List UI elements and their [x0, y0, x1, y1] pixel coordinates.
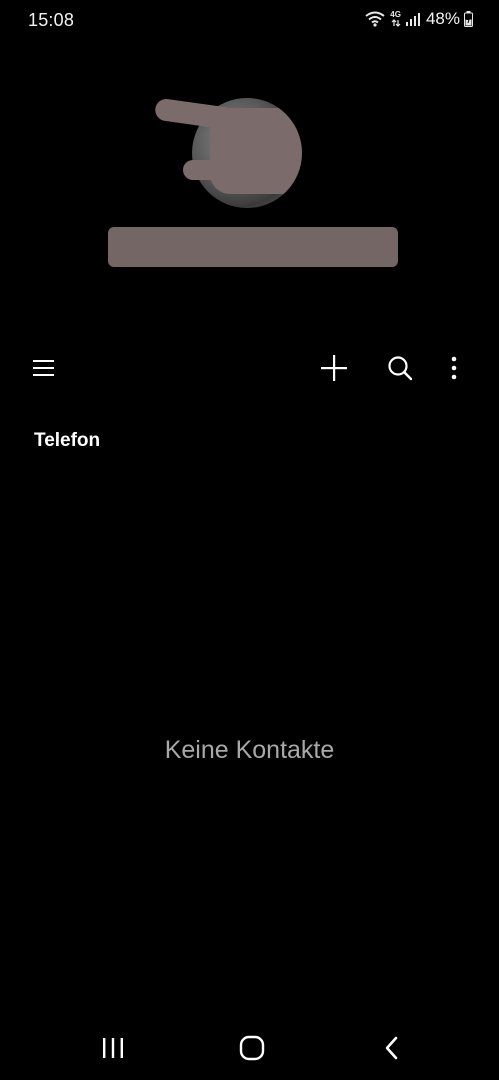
add-icon — [320, 354, 348, 387]
search-icon — [387, 355, 413, 386]
more-options-button[interactable] — [432, 348, 476, 392]
back-icon — [383, 1036, 401, 1065]
home-icon — [239, 1035, 265, 1066]
search-button[interactable] — [378, 348, 422, 392]
add-contact-button[interactable] — [312, 348, 356, 392]
menu-button[interactable] — [22, 348, 66, 392]
menu-icon — [32, 358, 56, 383]
redaction-mark — [183, 160, 223, 180]
signal-icon — [405, 12, 420, 26]
back-button[interactable] — [364, 1028, 420, 1072]
profile-name-redacted — [108, 227, 398, 267]
section-title: Telefon — [34, 430, 101, 451]
network-4g-icon: 4G — [390, 11, 401, 27]
status-icons: 4G 48% — [365, 9, 473, 29]
status-bar: 15:08 4G 48% — [0, 0, 499, 42]
wifi-icon — [365, 11, 385, 27]
more-options-icon — [451, 356, 457, 385]
battery-percent: 48% — [425, 9, 460, 28]
recents-button[interactable] — [85, 1028, 141, 1072]
home-button[interactable] — [224, 1028, 280, 1072]
recents-icon — [101, 1037, 125, 1064]
status-time: 15:08 — [28, 10, 75, 30]
toolbar — [0, 345, 499, 395]
navigation-bar — [0, 1020, 499, 1080]
battery-charging-icon — [464, 11, 473, 27]
network-type-label: 4G — [390, 10, 401, 19]
empty-state-message: Keine Kontakte — [164, 736, 335, 764]
profile-header — [0, 80, 499, 290]
